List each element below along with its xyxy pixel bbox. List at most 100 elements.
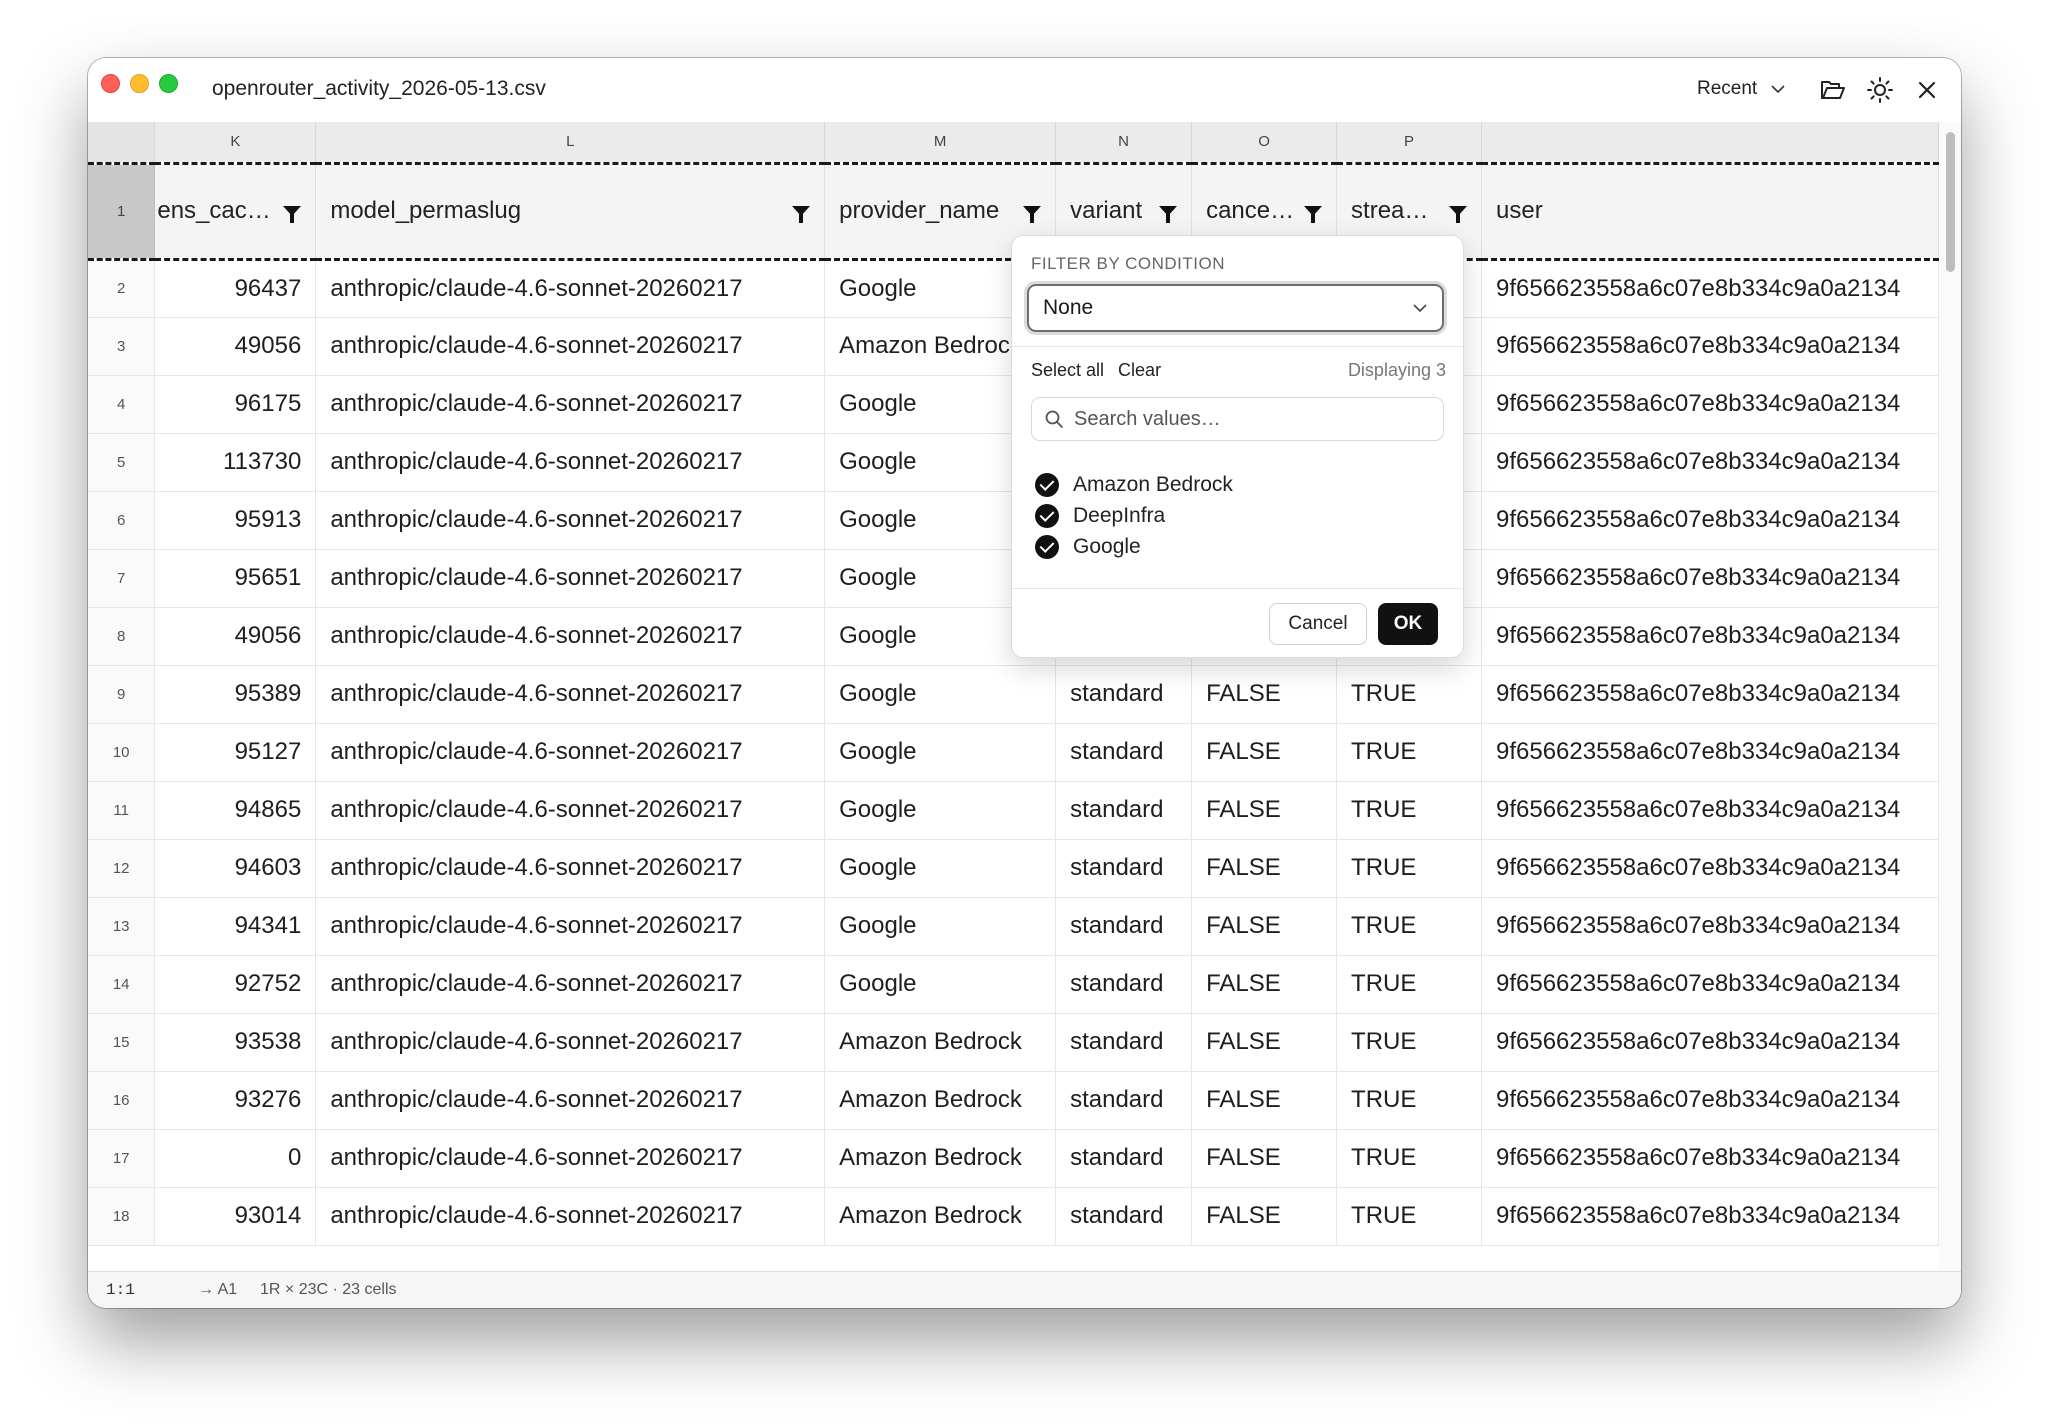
cell-streamed[interactable]: TRUE	[1336, 723, 1482, 782]
cell-tokens-cached[interactable]: 95127	[154, 723, 317, 782]
cell-cancelled[interactable]: FALSE	[1191, 839, 1338, 898]
cell-provider[interactable]: Amazon Bedrock	[824, 1129, 1057, 1188]
cell-provider[interactable]: Google	[824, 897, 1057, 956]
filter-icon[interactable]	[792, 206, 811, 223]
cell-provider[interactable]: Google	[824, 955, 1057, 1014]
cell-user[interactable]: 9f656623558a6c07e8b334c9a0a2134	[1481, 955, 1939, 1014]
row-number[interactable]: 10	[88, 723, 156, 782]
cancel-button[interactable]: Cancel	[1269, 603, 1367, 645]
cell-cancelled[interactable]: FALSE	[1191, 665, 1338, 724]
cell-model[interactable]: anthropic/claude-4.6-sonnet-20260217	[315, 781, 826, 840]
cell-user[interactable]: 9f656623558a6c07e8b334c9a0a2134	[1481, 375, 1939, 434]
cell-variant[interactable]: standard	[1055, 723, 1193, 782]
cell-user[interactable]: 9f656623558a6c07e8b334c9a0a2134	[1481, 665, 1939, 724]
cell-model[interactable]: anthropic/claude-4.6-sonnet-20260217	[315, 839, 826, 898]
cell-user[interactable]: 9f656623558a6c07e8b334c9a0a2134	[1481, 1187, 1939, 1246]
cell-user[interactable]: 9f656623558a6c07e8b334c9a0a2134	[1481, 607, 1939, 666]
cell-variant[interactable]: standard	[1055, 1071, 1193, 1130]
cell-model[interactable]: anthropic/claude-4.6-sonnet-20260217	[315, 955, 826, 1014]
select-all-corner[interactable]	[88, 122, 156, 164]
cell-tokens-cached[interactable]: 95651	[154, 549, 317, 608]
row-number[interactable]: 17	[88, 1129, 156, 1188]
close-window-button[interactable]	[101, 74, 120, 93]
row-number[interactable]: 18	[88, 1187, 156, 1246]
cell-provider[interactable]: Google	[824, 723, 1057, 782]
cell-variant[interactable]: standard	[1055, 1129, 1193, 1188]
cell-user[interactable]: 9f656623558a6c07e8b334c9a0a2134	[1481, 491, 1939, 550]
row-number[interactable]: 12	[88, 839, 156, 898]
cell-variant[interactable]: standard	[1055, 1187, 1193, 1246]
cell-streamed[interactable]: TRUE	[1336, 1187, 1482, 1246]
cell-tokens-cached[interactable]: 95389	[154, 665, 317, 724]
cell-model[interactable]: anthropic/claude-4.6-sonnet-20260217	[315, 491, 826, 550]
cell-provider[interactable]: Google	[824, 665, 1057, 724]
cell-cancelled[interactable]: FALSE	[1191, 897, 1338, 956]
cell-model[interactable]: anthropic/claude-4.6-sonnet-20260217	[315, 1129, 826, 1188]
cell-model[interactable]: anthropic/claude-4.6-sonnet-20260217	[315, 607, 826, 666]
row-number[interactable]: 6	[88, 491, 156, 550]
cell-cancelled[interactable]: FALSE	[1191, 781, 1338, 840]
condition-select[interactable]: None	[1027, 284, 1444, 332]
cell-variant[interactable]: standard	[1055, 1013, 1193, 1072]
column-letter[interactable]: O	[1191, 122, 1338, 164]
minimize-window-button[interactable]	[130, 74, 149, 93]
column-letter[interactable]: M	[824, 122, 1057, 164]
cell-user[interactable]: 9f656623558a6c07e8b334c9a0a2134	[1481, 1071, 1939, 1130]
cell-cancelled[interactable]: FALSE	[1191, 1071, 1338, 1130]
filter-option[interactable]: Amazon Bedrock	[1035, 473, 1233, 497]
cell-streamed[interactable]: TRUE	[1336, 1013, 1482, 1072]
column-letter[interactable]: K	[154, 122, 317, 164]
header-cell[interactable]: ens_cac…	[154, 161, 317, 261]
zoom-window-button[interactable]	[159, 74, 178, 93]
cell-streamed[interactable]: TRUE	[1336, 839, 1482, 898]
row-number[interactable]: 8	[88, 607, 156, 666]
cell-user[interactable]: 9f656623558a6c07e8b334c9a0a2134	[1481, 897, 1939, 956]
cell-user[interactable]: 9f656623558a6c07e8b334c9a0a2134	[1481, 839, 1939, 898]
row-number[interactable]: 7	[88, 549, 156, 608]
row-number[interactable]: 4	[88, 375, 156, 434]
cell-user[interactable]: 9f656623558a6c07e8b334c9a0a2134	[1481, 723, 1939, 782]
cell-model[interactable]: anthropic/claude-4.6-sonnet-20260217	[315, 1187, 826, 1246]
cell-variant[interactable]: standard	[1055, 897, 1193, 956]
row-number[interactable]: 2	[88, 259, 156, 318]
close-icon[interactable]	[1913, 76, 1941, 104]
cell-user[interactable]: 9f656623558a6c07e8b334c9a0a2134	[1481, 317, 1939, 376]
filter-icon[interactable]	[1304, 206, 1323, 223]
cell-provider[interactable]: Amazon Bedrock	[824, 1013, 1057, 1072]
cell-tokens-cached[interactable]: 92752	[154, 955, 317, 1014]
cell-cancelled[interactable]: FALSE	[1191, 1129, 1338, 1188]
row-number[interactable]: 1	[88, 161, 156, 261]
search-values-input[interactable]: Search values…	[1031, 397, 1444, 441]
cell-tokens-cached[interactable]: 113730	[154, 433, 317, 492]
row-number[interactable]: 5	[88, 433, 156, 492]
cell-streamed[interactable]: TRUE	[1336, 1071, 1482, 1130]
sun-icon[interactable]	[1866, 76, 1894, 104]
cell-model[interactable]: anthropic/claude-4.6-sonnet-20260217	[315, 897, 826, 956]
cell-streamed[interactable]: TRUE	[1336, 781, 1482, 840]
clear-link[interactable]: Clear	[1118, 360, 1161, 381]
filter-option[interactable]: DeepInfra	[1035, 504, 1165, 528]
cell-streamed[interactable]: TRUE	[1336, 955, 1482, 1014]
cell-tokens-cached[interactable]: 94341	[154, 897, 317, 956]
cell-model[interactable]: anthropic/claude-4.6-sonnet-20260217	[315, 433, 826, 492]
cell-cancelled[interactable]: FALSE	[1191, 955, 1338, 1014]
cell-tokens-cached[interactable]: 93014	[154, 1187, 317, 1246]
row-number[interactable]: 11	[88, 781, 156, 840]
cell-model[interactable]: anthropic/claude-4.6-sonnet-20260217	[315, 665, 826, 724]
row-number[interactable]: 14	[88, 955, 156, 1014]
cell-model[interactable]: anthropic/claude-4.6-sonnet-20260217	[315, 1013, 826, 1072]
row-number[interactable]: 15	[88, 1013, 156, 1072]
recent-dropdown[interactable]: Recent	[1697, 78, 1785, 100]
filter-icon[interactable]	[1023, 206, 1042, 223]
cell-model[interactable]: anthropic/claude-4.6-sonnet-20260217	[315, 1071, 826, 1130]
cell-tokens-cached[interactable]: 93538	[154, 1013, 317, 1072]
cell-tokens-cached[interactable]: 95913	[154, 491, 317, 550]
cell-user[interactable]: 9f656623558a6c07e8b334c9a0a2134	[1481, 259, 1939, 318]
filter-icon[interactable]	[1449, 206, 1467, 223]
cell-tokens-cached[interactable]: 94603	[154, 839, 317, 898]
cell-user[interactable]: 9f656623558a6c07e8b334c9a0a2134	[1481, 433, 1939, 492]
column-letter[interactable]: P	[1336, 122, 1482, 164]
cell-streamed[interactable]: TRUE	[1336, 665, 1482, 724]
cell-model[interactable]: anthropic/claude-4.6-sonnet-20260217	[315, 549, 826, 608]
cell-tokens-cached[interactable]: 93276	[154, 1071, 317, 1130]
